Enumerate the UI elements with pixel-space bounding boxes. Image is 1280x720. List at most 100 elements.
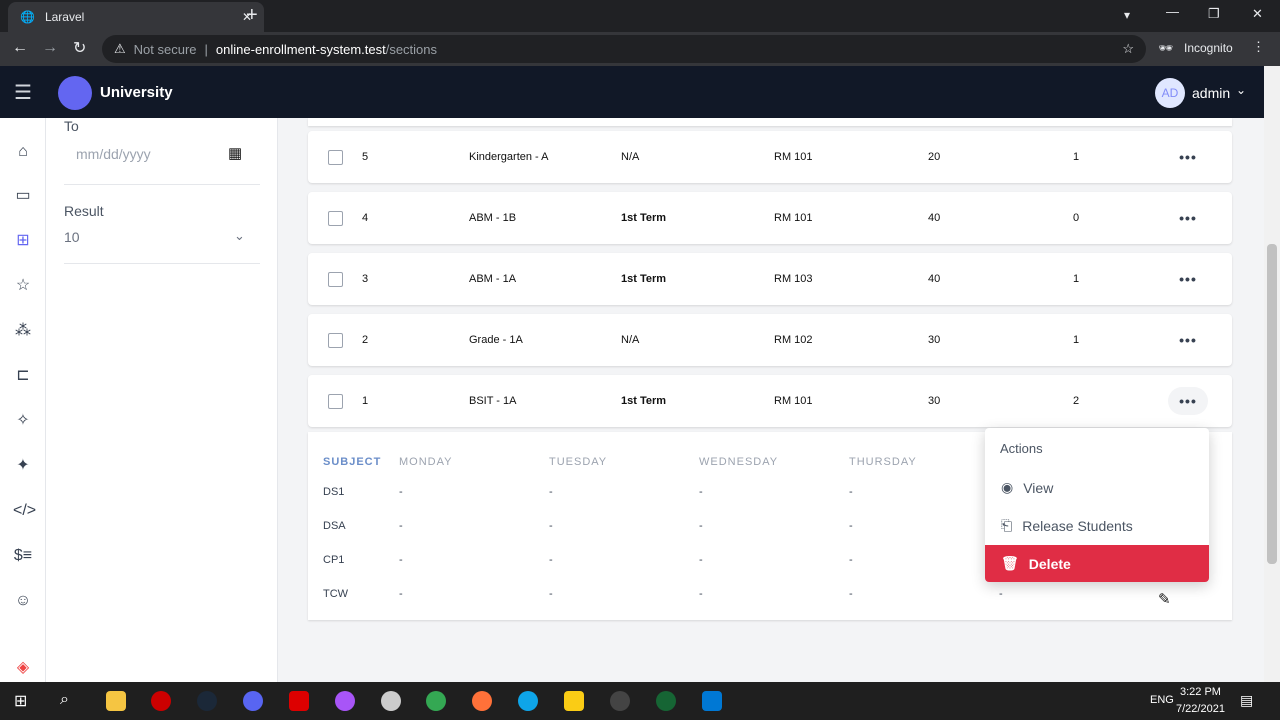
- more-actions-button[interactable]: •••: [1168, 204, 1208, 232]
- result-label: Result: [64, 203, 104, 219]
- release-icon: ⎗: [1001, 517, 1013, 533]
- inbox-icon[interactable]: ▭: [13, 186, 33, 206]
- clock-time[interactable]: 3:22 PM: [1180, 686, 1221, 698]
- to-label: To: [64, 118, 79, 134]
- more-actions-button[interactable]: •••: [1168, 326, 1208, 354]
- table-row[interactable]: 3 ABM - 1A 1st Term RM 103 40 1 •••: [308, 253, 1232, 305]
- clock-date[interactable]: 7/22/2021: [1176, 703, 1225, 715]
- acrobat-icon[interactable]: [289, 691, 309, 711]
- back-icon[interactable]: ←: [12, 39, 28, 57]
- scrollbar[interactable]: [1264, 66, 1280, 682]
- url-path: /sections: [385, 41, 438, 57]
- star-icon[interactable]: ☆: [13, 276, 33, 296]
- discord-icon[interactable]: [243, 691, 263, 711]
- cell-term: 1st Term: [621, 395, 667, 407]
- avatar[interactable]: AD: [1155, 78, 1185, 108]
- row-checkbox[interactable]: [328, 150, 343, 165]
- row-checkbox[interactable]: [328, 211, 343, 226]
- logo-icon: [58, 76, 92, 110]
- cell-id: 4: [362, 212, 369, 224]
- delete-menu-item[interactable]: 🗑 Delete: [985, 545, 1209, 582]
- schedule-cell: -: [699, 486, 703, 498]
- cell-id: 3: [362, 273, 369, 285]
- cell-term: N/A: [621, 334, 640, 346]
- sections-icon[interactable]: ⊞: [13, 231, 33, 251]
- messenger-icon[interactable]: [335, 691, 355, 711]
- opera-icon[interactable]: [151, 691, 171, 711]
- schedule-cell: -: [399, 588, 403, 600]
- paint-icon[interactable]: [381, 691, 401, 711]
- cell-id: 5: [362, 151, 369, 163]
- filter-panel: To mm/dd/yyyy ▦ Result 10 ⌄: [46, 118, 278, 682]
- groups-icon[interactable]: ⁂: [13, 321, 33, 341]
- reload-icon[interactable]: ↻: [73, 38, 86, 58]
- tab-search-icon[interactable]: ▾: [1124, 8, 1130, 22]
- cell-room: RM 101: [774, 151, 813, 163]
- result-select[interactable]: 10: [64, 229, 80, 245]
- table-row[interactable]: 5 Kindergarten - A N/A RM 101 20 1 •••: [308, 131, 1232, 183]
- sticky-notes-icon[interactable]: [564, 691, 584, 711]
- row-checkbox[interactable]: [328, 333, 343, 348]
- calendar-icon[interactable]: ▦: [228, 144, 242, 162]
- code-icon[interactable]: </>: [13, 501, 36, 521]
- taskbar: ⊞ ⌕ ENG 3:22 PM 7/22/2021 ▤: [0, 682, 1280, 720]
- user-icon[interactable]: ☺: [13, 591, 33, 611]
- schedule-cell: -: [849, 554, 853, 566]
- language-indicator[interactable]: ENG: [1150, 694, 1174, 706]
- pin-icon[interactable]: ✧: [13, 411, 33, 431]
- release-students-menu-item[interactable]: ⎗ Release Students: [985, 507, 1209, 544]
- edge-icon[interactable]: [518, 691, 538, 711]
- cell-room: RM 101: [774, 212, 813, 224]
- notifications-icon[interactable]: ▤: [1240, 692, 1253, 709]
- table-row[interactable]: 1 BSIT - 1A 1st Term RM 101 30 2 •••: [308, 375, 1232, 427]
- schedule-header: TUESDAY: [549, 456, 608, 468]
- cell-students: 1: [1073, 151, 1080, 163]
- search-icon[interactable]: ⌕: [60, 691, 69, 709]
- schedule-cell: -: [399, 520, 403, 532]
- forward-icon[interactable]: →: [42, 39, 58, 57]
- cell-capacity: 40: [928, 273, 941, 285]
- view-menu-item[interactable]: ◉ View: [985, 469, 1209, 506]
- obs-icon[interactable]: [610, 691, 630, 711]
- tree-icon[interactable]: ⊏: [13, 366, 33, 386]
- satellite-icon[interactable]: ✦: [13, 456, 33, 476]
- more-actions-button[interactable]: •••: [1168, 387, 1208, 415]
- cell-capacity: 40: [928, 212, 941, 224]
- schedule-cell: -: [699, 554, 703, 566]
- hs-icon[interactable]: [656, 691, 676, 711]
- scrollbar-thumb[interactable]: [1267, 244, 1277, 564]
- steam-icon[interactable]: [197, 691, 217, 711]
- edit-pencil-icon[interactable]: ✎: [1158, 590, 1171, 608]
- firefox-icon[interactable]: [472, 691, 492, 711]
- bookmark-star-icon[interactable]: ☆: [1122, 41, 1134, 57]
- schedule-cell: -: [549, 486, 553, 498]
- schedule-cell: -: [399, 554, 403, 566]
- window-close-icon[interactable]: ✕: [1252, 6, 1263, 22]
- chevron-down-icon[interactable]: ⌄: [234, 228, 245, 244]
- file-explorer-icon[interactable]: [106, 691, 126, 711]
- row-checkbox[interactable]: [328, 394, 343, 409]
- user-menu[interactable]: admin: [1192, 85, 1230, 101]
- database-icon[interactable]: $≡: [13, 546, 33, 566]
- table-row[interactable]: 4 ABM - 1B 1st Term RM 101 40 0 •••: [308, 192, 1232, 244]
- row-checkbox[interactable]: [328, 272, 343, 287]
- more-actions-button[interactable]: •••: [1168, 143, 1208, 171]
- browser-menu-icon[interactable]: ⋮: [1252, 39, 1265, 55]
- vscode-icon[interactable]: [702, 691, 722, 711]
- browser-tab[interactable]: 🌐 Laravel ✕: [8, 2, 264, 32]
- new-tab-icon[interactable]: +: [246, 4, 258, 27]
- hamburger-menu-icon[interactable]: ☰: [14, 80, 32, 105]
- chevron-down-icon[interactable]: ⌄: [1236, 83, 1246, 97]
- url-input[interactable]: ⚠ Not secure | online-enrollment-system.…: [102, 35, 1146, 63]
- maximize-icon[interactable]: ❐: [1208, 6, 1220, 22]
- home-icon[interactable]: ⌂: [13, 142, 33, 162]
- laravel-icon: ◈: [16, 659, 30, 676]
- incognito-label[interactable]: Incognito: [1184, 41, 1233, 55]
- to-date-input[interactable]: mm/dd/yyyy: [76, 146, 151, 162]
- schedule-cell: -: [849, 486, 853, 498]
- chrome-icon[interactable]: [426, 691, 446, 711]
- table-row[interactable]: 2 Grade - 1A N/A RM 102 30 1 •••: [308, 314, 1232, 366]
- windows-start-icon[interactable]: ⊞: [14, 691, 27, 711]
- more-actions-button[interactable]: •••: [1168, 265, 1208, 293]
- minimize-icon[interactable]: —: [1166, 4, 1179, 19]
